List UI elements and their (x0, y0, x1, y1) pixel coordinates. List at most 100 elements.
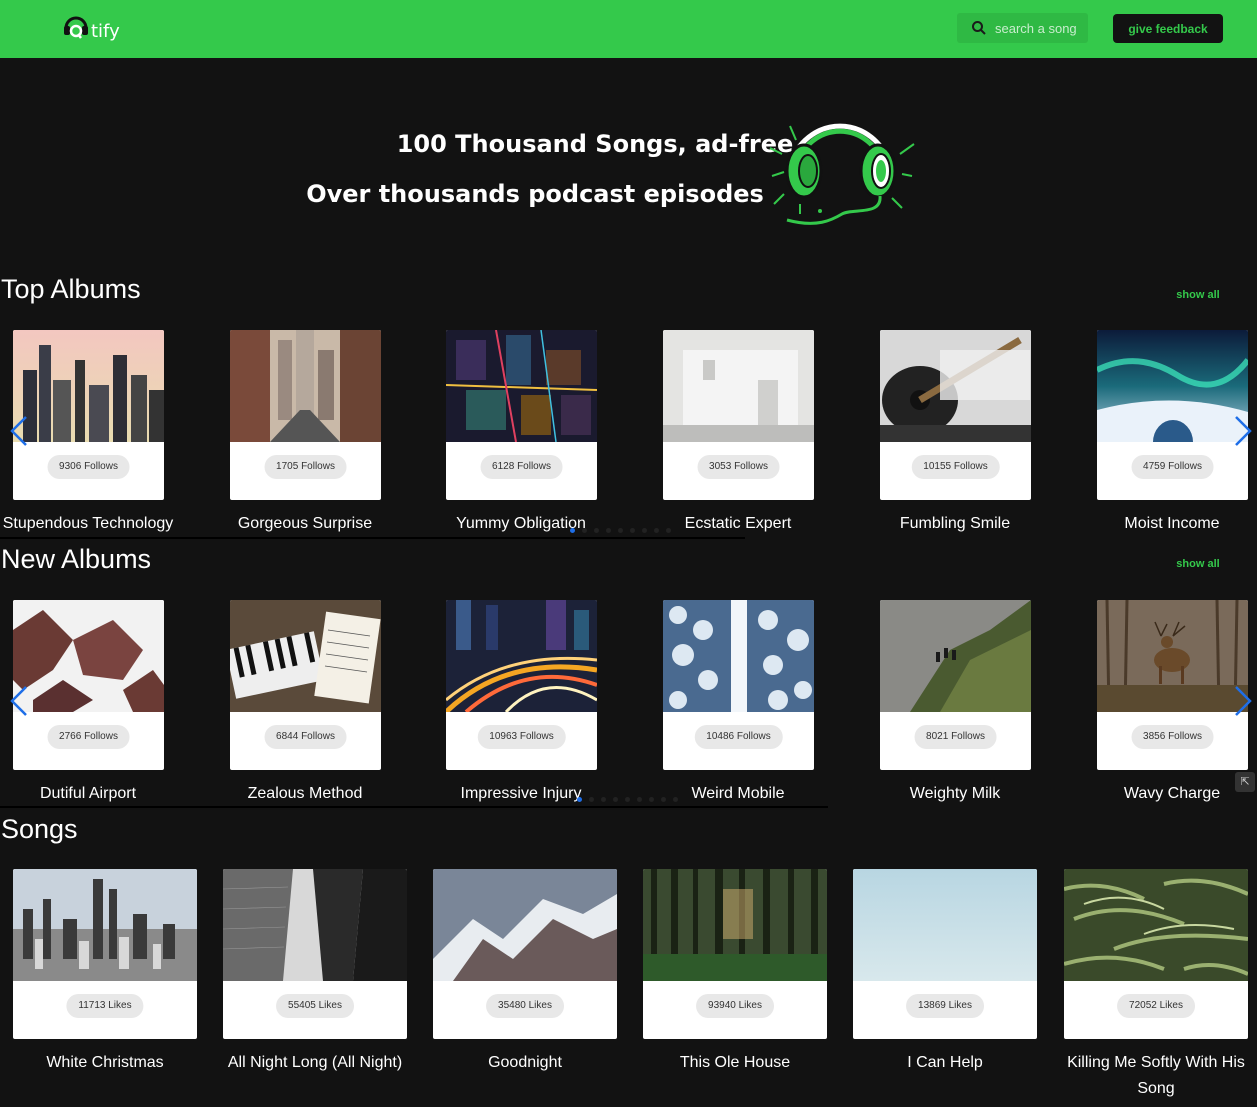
search-icon (972, 21, 986, 35)
album-card[interactable]: 8021 Follows (880, 600, 1031, 770)
song-card[interactable]: 13869 Likes (853, 869, 1037, 1039)
song-title[interactable]: This Ole House (627, 1050, 843, 1076)
pagination-dot[interactable] (649, 797, 654, 802)
new-albums-title: New Albums (1, 544, 152, 574)
song-cover (853, 869, 1037, 981)
likes-badge: 55405 Likes (276, 994, 354, 1018)
pagination-dot[interactable] (606, 528, 611, 533)
follows-badge: 6128 Follows (480, 455, 563, 479)
song-card[interactable]: 72052 Likes (1064, 869, 1248, 1039)
headphones-icon (769, 123, 915, 225)
pagination-dot[interactable] (601, 797, 606, 802)
hero-headline: 100 Thousand Songs, ad-free (396, 130, 794, 158)
follows-badge: 4759 Follows (1131, 455, 1214, 479)
pagination-dot[interactable] (618, 528, 623, 533)
pagination-dot[interactable] (582, 528, 587, 533)
album-card[interactable]: 10486 Follows (663, 600, 814, 770)
song-title[interactable]: All Night Long (All Night) (207, 1050, 423, 1076)
album-title[interactable]: Zealous Method (197, 781, 413, 807)
follows-badge: 1705 Follows (264, 455, 347, 479)
new-albums-show-all-button[interactable]: show all (1160, 552, 1236, 576)
song-title[interactable]: Goodnight (417, 1050, 633, 1076)
album-cover (230, 330, 381, 442)
song-cover (223, 869, 407, 981)
album-card[interactable]: 2766 Follows (13, 600, 164, 770)
album-title[interactable]: Dutiful Airport (0, 781, 196, 807)
carousel-pagination (577, 797, 687, 803)
carousel-prev-arrow-icon[interactable] (8, 414, 30, 448)
headphones-logo-icon (64, 16, 88, 39)
pagination-dot-active[interactable] (570, 528, 575, 533)
carousel-next-arrow-icon[interactable] (1232, 684, 1254, 718)
pagination-dot[interactable] (654, 528, 659, 533)
album-card[interactable]: 3856 Follows (1097, 600, 1248, 770)
album-title[interactable]: Weighty Milk (847, 781, 1063, 807)
top-albums-title: Top Albums (1, 274, 141, 304)
pagination-dot[interactable] (594, 528, 599, 533)
pagination-dot[interactable] (642, 528, 647, 533)
pagination-dot[interactable] (661, 797, 666, 802)
carousel-scrollbar[interactable] (0, 806, 828, 808)
follows-badge: 6844 Follows (264, 725, 347, 749)
follows-badge: 9306 Follows (47, 455, 130, 479)
likes-badge: 11713 Likes (66, 994, 144, 1018)
pagination-dot[interactable] (673, 797, 678, 802)
album-title[interactable]: Moist Income (1064, 511, 1257, 537)
carousel-prev-arrow-icon[interactable] (8, 684, 30, 718)
pagination-dot[interactable] (630, 528, 635, 533)
likes-badge: 13869 Likes (906, 994, 984, 1018)
follows-badge: 10486 Follows (694, 725, 783, 749)
album-cover (880, 330, 1031, 442)
follows-badge: 3856 Follows (1131, 725, 1214, 749)
album-card[interactable]: 6128 Follows (446, 330, 597, 500)
expand-corner-icon[interactable]: ⇱ (1235, 772, 1255, 792)
carousel-scrollbar[interactable] (0, 537, 745, 539)
album-cover (13, 600, 164, 712)
song-card[interactable]: 35480 Likes (433, 869, 617, 1039)
album-title[interactable]: Fumbling Smile (847, 511, 1063, 537)
song-card[interactable]: 11713 Likes (13, 869, 197, 1039)
album-title[interactable]: Weird Mobile (630, 781, 846, 807)
album-card[interactable]: 10963 Follows (446, 600, 597, 770)
logo[interactable]: tify (62, 12, 132, 46)
album-card[interactable]: 4759 Follows (1097, 330, 1248, 500)
hero-banner: 100 Thousand Songs, ad-free Over thousan… (0, 58, 1257, 258)
song-title[interactable]: Killing Me Softly With His Song (1048, 1050, 1257, 1102)
pagination-dot[interactable] (589, 797, 594, 802)
follows-badge: 10963 Follows (477, 725, 566, 749)
album-card[interactable]: 3053 Follows (663, 330, 814, 500)
album-card[interactable]: 10155 Follows (880, 330, 1031, 500)
album-title[interactable]: Gorgeous Surprise (197, 511, 413, 537)
pagination-dot[interactable] (666, 528, 671, 533)
follows-badge: 3053 Follows (697, 455, 780, 479)
album-card[interactable]: 1705 Follows (230, 330, 381, 500)
song-card[interactable]: 55405 Likes (223, 869, 407, 1039)
album-cover (1097, 330, 1248, 442)
song-title[interactable]: White Christmas (0, 1050, 213, 1076)
album-cover (446, 600, 597, 712)
album-cover (446, 330, 597, 442)
song-card[interactable]: 93940 Likes (643, 869, 827, 1039)
song-cover (643, 869, 827, 981)
pagination-dot[interactable] (613, 797, 618, 802)
album-card[interactable]: 6844 Follows (230, 600, 381, 770)
album-title[interactable]: Wavy Charge (1064, 781, 1257, 807)
pagination-dot-active[interactable] (577, 797, 582, 802)
pagination-dot[interactable] (637, 797, 642, 802)
carousel-next-arrow-icon[interactable] (1232, 414, 1254, 448)
album-title[interactable]: Stupendous Technology (0, 511, 196, 537)
give-feedback-button[interactable]: give feedback (1113, 14, 1223, 43)
song-cover (13, 869, 197, 981)
song-title[interactable]: I Can Help (837, 1050, 1053, 1076)
likes-badge: 72052 Likes (1117, 994, 1195, 1018)
album-card[interactable]: 9306 Follows (13, 330, 164, 500)
search-input[interactable] (995, 19, 1085, 37)
album-cover (663, 600, 814, 712)
search-box[interactable] (957, 13, 1088, 43)
follows-badge: 2766 Follows (47, 725, 130, 749)
top-albums-show-all-button[interactable]: show all (1160, 283, 1236, 307)
logo-text: tify (91, 21, 120, 42)
pagination-dot[interactable] (625, 797, 630, 802)
album-title[interactable]: Impressive Injury (413, 781, 629, 807)
likes-badge: 35480 Likes (486, 994, 564, 1018)
